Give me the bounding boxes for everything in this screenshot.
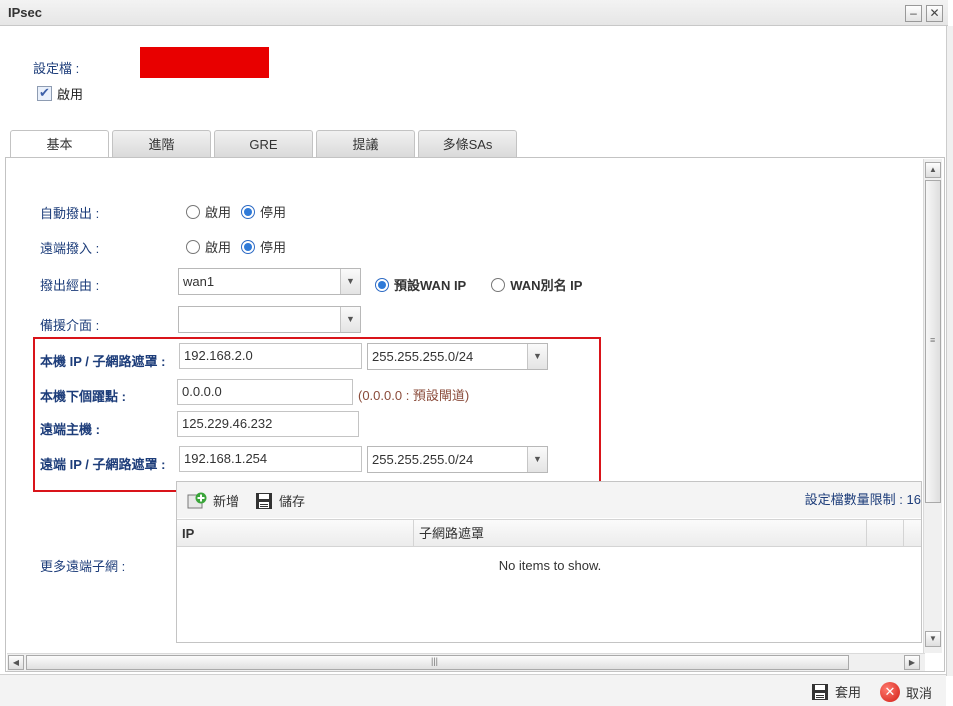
window-title: IPsec	[8, 5, 42, 20]
title-bar: IPsec – ✕	[0, 0, 948, 26]
grid-header: IP 子網路遮罩	[177, 519, 921, 547]
auto-dialout-disable-option[interactable]: 停用	[241, 202, 286, 221]
radio-selected-icon[interactable]	[375, 277, 389, 292]
vertical-scrollbar[interactable]: ▲ ≡ ▼	[923, 159, 942, 653]
chevron-down-icon[interactable]: ▼	[340, 269, 360, 294]
profile-label: 設定檔 :	[33, 61, 80, 76]
chevron-down-icon[interactable]: ▼	[340, 307, 360, 332]
save-icon	[812, 683, 828, 700]
option-label: 啟用	[205, 240, 232, 255]
wan-alias-ip-option[interactable]: WAN別名 IP	[491, 275, 582, 294]
profile-limit: 設定檔數量限制 : 16	[805, 489, 921, 508]
tab-advanced[interactable]: 進階	[112, 130, 211, 158]
option-label: 停用	[260, 240, 287, 255]
tab-multiple-sas[interactable]: 多條SAs	[418, 130, 517, 158]
add-label: 新增	[213, 494, 240, 509]
tab-basic[interactable]: 基本	[10, 130, 109, 159]
tab-proposal[interactable]: 提議	[316, 130, 415, 158]
enable-label: 啟用	[57, 87, 84, 102]
tab-gre[interactable]: GRE	[214, 130, 313, 158]
scroll-down-icon[interactable]: ▼	[925, 631, 941, 647]
save-button[interactable]: 儲存	[255, 491, 305, 510]
grid-empty-message: No items to show.	[498, 558, 602, 573]
radio-icon[interactable]	[186, 204, 200, 219]
column-header-actions	[867, 520, 904, 547]
radio-selected-icon[interactable]	[241, 204, 256, 219]
enable-checkbox-row[interactable]: 啟用	[37, 84, 83, 103]
profile-section: 設定檔 : 啟用	[0, 26, 946, 131]
save-icon	[256, 492, 272, 509]
grid-toolbar: 新增 儲存 設定檔數量限制 : 16	[177, 482, 921, 518]
dialout-via-label: 撥出經由 :	[40, 278, 100, 293]
auto-dialout-label: 自動撥出 :	[40, 206, 100, 221]
option-label: 停用	[260, 205, 287, 220]
enable-checkbox[interactable]	[37, 85, 52, 101]
column-header-ip[interactable]: IP	[177, 520, 414, 547]
auto-dialout-enable-option[interactable]: 啟用	[186, 202, 231, 221]
radio-icon[interactable]	[491, 277, 506, 292]
select-value: wan1	[183, 274, 215, 289]
radio-icon[interactable]	[186, 239, 200, 254]
basic-tab-panel: 自動撥出 : 啟用 停用 遠端撥入 : 啟用 停用 撥出經由 : wan1 ▼ …	[5, 157, 945, 672]
auto-dialout-radios: 啟用 停用	[186, 202, 296, 221]
cancel-button[interactable]: ✕ 取消	[880, 682, 932, 702]
backup-interface-label: 備援介面 :	[40, 318, 100, 333]
more-remote-subnets-label: 更多遠端子網 :	[40, 559, 126, 574]
save-label: 儲存	[279, 494, 306, 509]
cancel-icon: ✕	[880, 682, 900, 702]
add-icon	[187, 492, 207, 508]
scroll-thumb-horizontal[interactable]: |||	[26, 655, 849, 670]
backup-interface-select[interactable]: ▼	[178, 306, 361, 333]
limit-value: 16	[906, 492, 921, 507]
cancel-label: 取消	[906, 685, 933, 701]
scroll-thumb[interactable]: ≡	[925, 180, 941, 503]
limit-label: 設定檔數量限制 :	[804, 492, 903, 507]
scroll-up-icon[interactable]: ▲	[925, 162, 941, 178]
dialout-ip-radios: 預設WAN IP WAN別名 IP	[375, 275, 592, 294]
profile-name-redacted	[140, 47, 269, 78]
column-header-mask[interactable]: 子網路遮罩	[414, 520, 867, 547]
add-button[interactable]: 新增	[187, 491, 239, 510]
apply-button[interactable]: 套用	[811, 682, 861, 701]
ipsec-dialog: IPsec – ✕ 設定檔 : 啟用 基本 進階 GRE 提議 多條SAs 自動…	[0, 0, 953, 706]
default-wan-ip-option[interactable]: 預設WAN IP	[375, 275, 466, 294]
option-label: 啟用	[205, 205, 232, 220]
dialog-footer: 套用 ✕ 取消	[0, 674, 946, 706]
remote-dialin-radios: 啟用 停用	[186, 237, 296, 256]
option-label: 預設WAN IP	[394, 278, 467, 293]
horizontal-scrollbar[interactable]: ◀ ||| ▶	[7, 653, 925, 671]
remote-subnets-grid: 新增 儲存 設定檔數量限制 : 16 IP 子網路遮罩 No items to …	[176, 481, 922, 643]
close-button[interactable]: ✕	[926, 5, 943, 22]
scroll-left-icon[interactable]: ◀	[8, 655, 24, 670]
apply-label: 套用	[835, 685, 862, 700]
remote-dialin-label: 遠端撥入 :	[40, 241, 100, 256]
minimize-button[interactable]: –	[905, 5, 922, 22]
highlight-box	[33, 337, 601, 492]
window-edge	[946, 26, 953, 676]
radio-selected-icon[interactable]	[241, 239, 256, 254]
scroll-right-icon[interactable]: ▶	[904, 655, 920, 670]
remote-dialin-disable-option[interactable]: 停用	[241, 237, 286, 256]
dialout-via-select[interactable]: wan1 ▼	[178, 268, 361, 295]
remote-dialin-enable-option[interactable]: 啟用	[186, 237, 231, 256]
option-label: WAN別名 IP	[510, 278, 583, 293]
